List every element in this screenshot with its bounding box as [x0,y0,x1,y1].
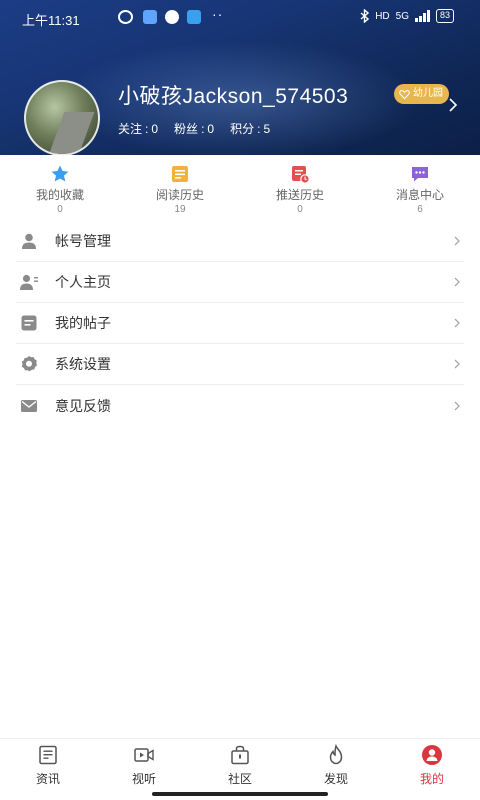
menu-item-label: 意见反馈 [55,397,111,414]
more-notifications-icon: ·· [212,6,224,22]
menu-item-label: 个人主页 [55,274,111,290]
quick-item-label: 消息中心 [395,188,444,202]
app-notification-icon [143,10,157,24]
menu-item-my-posts[interactable]: 我的帖子 [16,303,464,344]
quick-item-count: 0 [57,204,63,215]
chevron-right-icon [454,236,460,246]
news-icon [39,745,57,765]
settings-menu: 帐号管理 个人主页 我的帖子 系统设置 意见反馈 [16,221,464,426]
tab-news[interactable]: 资讯 [0,739,96,800]
mail-icon [21,399,37,412]
menu-item-label: 系统设置 [55,356,111,372]
me-icon [422,745,442,765]
quick-item-message-center[interactable]: 消息中心 6 [360,157,480,215]
discover-flame-icon [329,744,343,765]
signal-label: 5G [395,10,409,22]
alarm-icon [118,10,133,24]
status-bar: 上午11:31 ·· HD 5G 83 [0,0,480,34]
star-icon [51,165,69,182]
chevron-right-icon [454,277,460,287]
home-indicator[interactable] [152,792,328,796]
menu-item-feedback[interactable]: 意见反馈 [16,385,464,426]
quick-item-label: 阅读历史 [155,188,204,202]
quick-item-label: 推送历史 [275,188,324,202]
push-history-icon [292,166,310,184]
person-icon [22,233,36,249]
tab-video[interactable]: 视听 [96,739,192,800]
video-icon [134,748,154,762]
tab-label: 视听 [131,772,156,786]
quick-item-favorites[interactable]: 我的收藏 0 [0,157,120,215]
bluetooth-icon [360,9,370,23]
status-time: 上午11:31 [22,13,80,28]
message-icon [412,167,428,182]
chevron-right-icon[interactable] [448,97,458,113]
quick-item-count: 19 [174,204,186,215]
tab-label: 资讯 [35,772,60,786]
tab-community[interactable]: 社区 [192,739,288,800]
network-label: HD [375,10,390,22]
quick-item-push-history[interactable]: 推送历史 0 [240,157,360,215]
quick-actions: 我的收藏 0 阅读历史 19 推送历史 0 消息中心 6 [0,157,480,215]
community-icon [231,745,249,765]
tab-label: 我的 [419,772,444,786]
quick-item-label: 我的收藏 [35,188,84,202]
menu-item-settings[interactable]: 系统设置 [16,344,464,385]
profile-stats: 关注:0 粉丝:0 积分:5 [118,120,270,137]
app-notification-icon [187,10,201,24]
tab-discover[interactable]: 发现 [288,739,384,800]
menu-item-label: 我的帖子 [55,315,111,331]
quick-item-count: 0 [297,204,303,215]
bottom-nav: 资讯 视听 社区 发现 我的 [0,738,480,800]
posts-icon [21,315,37,331]
menu-item-homepage[interactable]: 个人主页 [16,262,464,303]
tab-label: 发现 [323,772,348,786]
status-right: HD 5G 83 [360,9,454,23]
badge-label: 幼儿园 [413,88,443,99]
avatar[interactable] [24,80,100,155]
profile-page-icon [20,274,38,290]
menu-item-label: 帐号管理 [55,233,111,249]
gear-icon [21,356,37,372]
battery-icon: 83 [435,9,454,23]
username[interactable]: 小破孩Jackson_574503 [118,80,348,110]
signal-icon [414,10,430,22]
profile-header: 上午11:31 ·· HD 5G 83 小破孩Jackson_574503 幼儿… [0,0,480,155]
chevron-right-icon [454,318,460,328]
chevron-right-icon [454,359,460,369]
stat-followers[interactable]: 粉丝:0 [174,120,214,137]
level-badge[interactable]: 幼儿园 [394,84,449,104]
tab-label: 社区 [227,772,252,786]
stat-points[interactable]: 积分:5 [230,120,270,137]
quick-item-reading-history[interactable]: 阅读历史 19 [120,157,240,215]
app-notification-icon [165,10,179,24]
stat-following[interactable]: 关注:0 [118,120,158,137]
heart-icon [399,89,410,99]
tab-me[interactable]: 我的 [384,739,480,800]
quick-item-count: 6 [417,204,423,215]
chevron-right-icon [454,401,460,410]
menu-item-account[interactable]: 帐号管理 [16,221,464,262]
document-icon [172,166,188,182]
